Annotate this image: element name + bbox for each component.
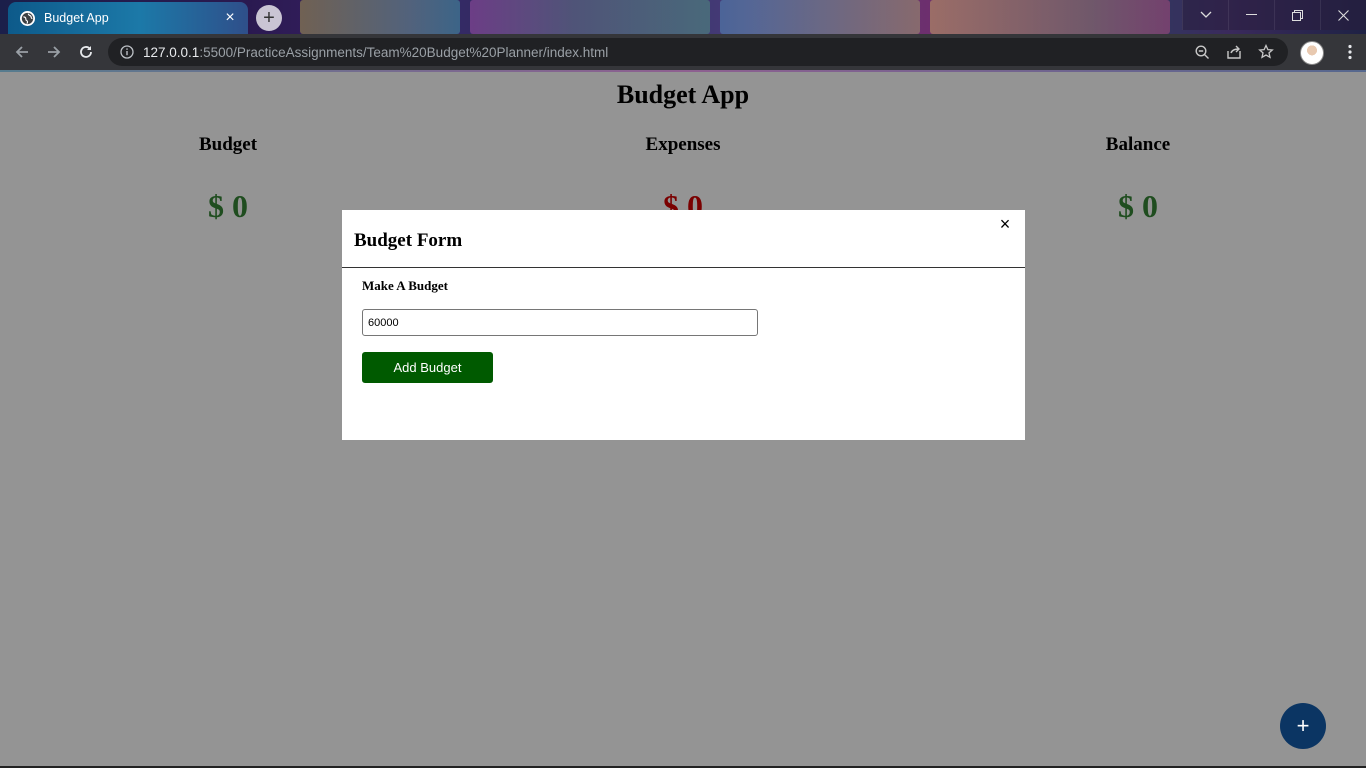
share-icon[interactable] xyxy=(1218,45,1250,60)
budget-label: Budget xyxy=(198,134,258,155)
balance-label: Balance xyxy=(1105,134,1171,155)
tab-title: Budget App xyxy=(44,11,109,25)
close-icon[interactable]: × xyxy=(997,214,1013,234)
browser-toolbar: 127.0.0.1:5500/PracticeAssignments/Team%… xyxy=(0,34,1366,70)
budget-amount: $ 0 xyxy=(208,188,248,224)
kebab-menu-icon[interactable] xyxy=(1334,36,1366,68)
bookmark-star-icon[interactable] xyxy=(1250,44,1282,60)
tab-close-icon[interactable]: × xyxy=(222,9,238,26)
browser-tab-active[interactable]: Budget App × xyxy=(8,2,248,34)
budget-field-label: Make A Budget xyxy=(362,278,448,293)
add-expense-fab[interactable]: + xyxy=(1280,703,1326,749)
page-title: Budget App xyxy=(616,80,750,109)
profile-avatar[interactable] xyxy=(1300,41,1324,65)
globe-icon xyxy=(20,10,35,26)
reload-icon[interactable] xyxy=(70,36,102,68)
url-host: 127.0.0.1 xyxy=(143,44,200,60)
balance-summary: Balance $ 0 xyxy=(988,134,1288,225)
info-icon[interactable] xyxy=(120,45,134,59)
budget-form-modal: Budget Form × Make A Budget Add Budget xyxy=(342,210,1025,440)
back-arrow-icon[interactable] xyxy=(6,36,38,68)
modal-title: Budget Form xyxy=(354,230,463,251)
zoom-icon[interactable] xyxy=(1186,44,1218,60)
new-tab-button[interactable]: + xyxy=(256,5,282,31)
address-bar[interactable]: 127.0.0.1:5500/PracticeAssignments/Team%… xyxy=(108,38,1288,66)
modal-header: Budget Form × xyxy=(342,210,1025,268)
restore-icon[interactable] xyxy=(1274,0,1320,30)
window-close-icon[interactable] xyxy=(1320,0,1366,30)
tab-search-icon[interactable] xyxy=(1182,0,1228,30)
window-controls xyxy=(1182,0,1366,30)
add-budget-button[interactable]: Add Budget xyxy=(362,352,493,383)
balance-amount: $ 0 xyxy=(1118,188,1158,224)
minimize-icon[interactable] xyxy=(1228,0,1274,30)
browser-tabstrip: Budget App × + xyxy=(0,0,1366,34)
expenses-label: Expenses xyxy=(645,134,721,155)
budget-summary: Budget $ 0 xyxy=(78,134,378,225)
forward-arrow-icon[interactable] xyxy=(38,36,70,68)
url-path: :5500/PracticeAssignments/Team%20Budget%… xyxy=(199,44,609,60)
budget-input[interactable] xyxy=(362,309,758,336)
